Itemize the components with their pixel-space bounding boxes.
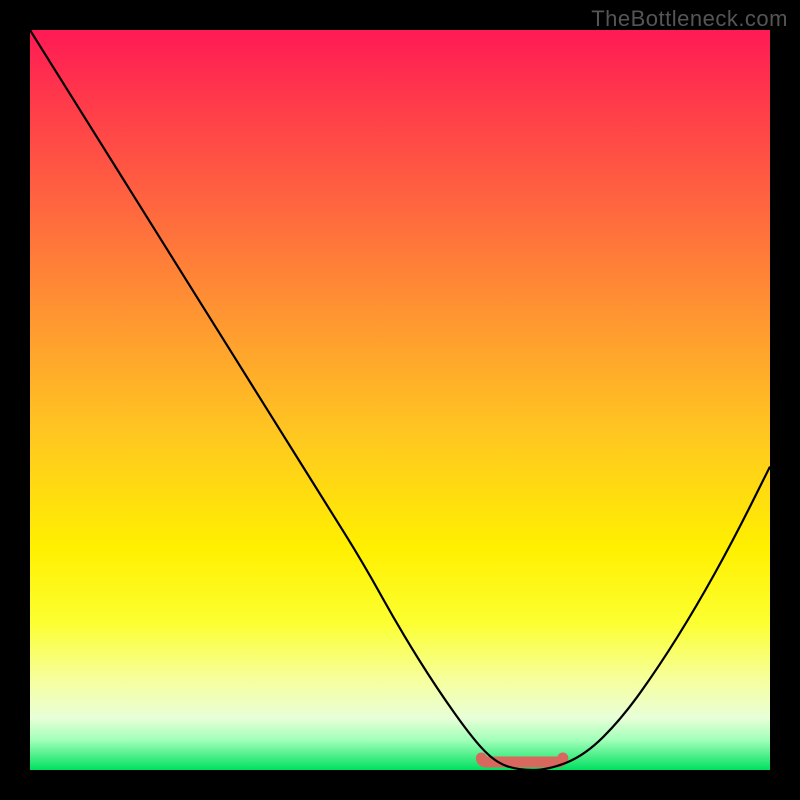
bottleneck-curve-line: [30, 30, 770, 770]
watermark-text: TheBottleneck.com: [591, 6, 788, 32]
chart-plot-area: [30, 30, 770, 770]
chart-svg: [30, 30, 770, 770]
